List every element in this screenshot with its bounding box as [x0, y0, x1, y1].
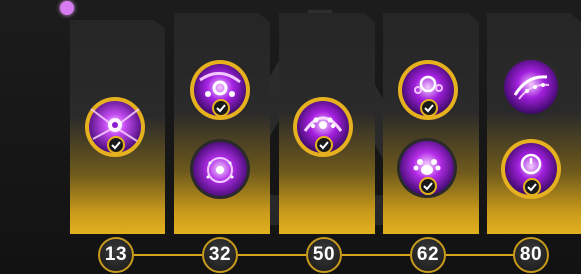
timer-skill-icon: [501, 139, 561, 199]
level-label: 80: [519, 244, 543, 265]
timeline-connector: [134, 254, 202, 256]
grip-claw-skill-icon: [501, 57, 561, 117]
level-node-4: 62: [410, 237, 446, 273]
level-node-5: 80: [513, 237, 549, 273]
timeline-connector: [446, 254, 514, 256]
level-label: 50: [312, 244, 336, 265]
skill-slot-paw-orb[interactable]: [395, 136, 459, 200]
timeline-connector: [238, 254, 306, 256]
skill-slot-burst-eye[interactable]: [83, 95, 147, 159]
skill-slot-timer[interactable]: [499, 137, 563, 201]
skill-slot-grip-claw[interactable]: [499, 55, 563, 119]
notification-dot: [60, 1, 74, 15]
skill-slot-nodes[interactable]: [188, 58, 252, 122]
skill-slot-paw-shield[interactable]: [291, 95, 355, 159]
paw-shield-skill-icon: [293, 97, 353, 157]
paw-orb-skill-icon: [397, 138, 457, 198]
bubble-orb-skill-icon: [398, 60, 458, 120]
level-label: 13: [104, 244, 128, 265]
level-label: 32: [208, 244, 232, 265]
nodes-skill-icon: [190, 60, 250, 120]
skill-slot-orb-ring[interactable]: [188, 137, 252, 201]
timeline-connector: [342, 254, 410, 256]
level-node-1: 13: [98, 237, 134, 273]
level-node-2: 32: [202, 237, 238, 273]
burst-eye-skill-icon: [85, 97, 145, 157]
level-label: 62: [416, 244, 440, 265]
orb-ring-skill-icon: [190, 139, 250, 199]
skill-slot-bubble-orb[interactable]: [396, 58, 460, 122]
tier-column-4: [383, 13, 479, 234]
level-node-3: 50: [306, 237, 342, 273]
